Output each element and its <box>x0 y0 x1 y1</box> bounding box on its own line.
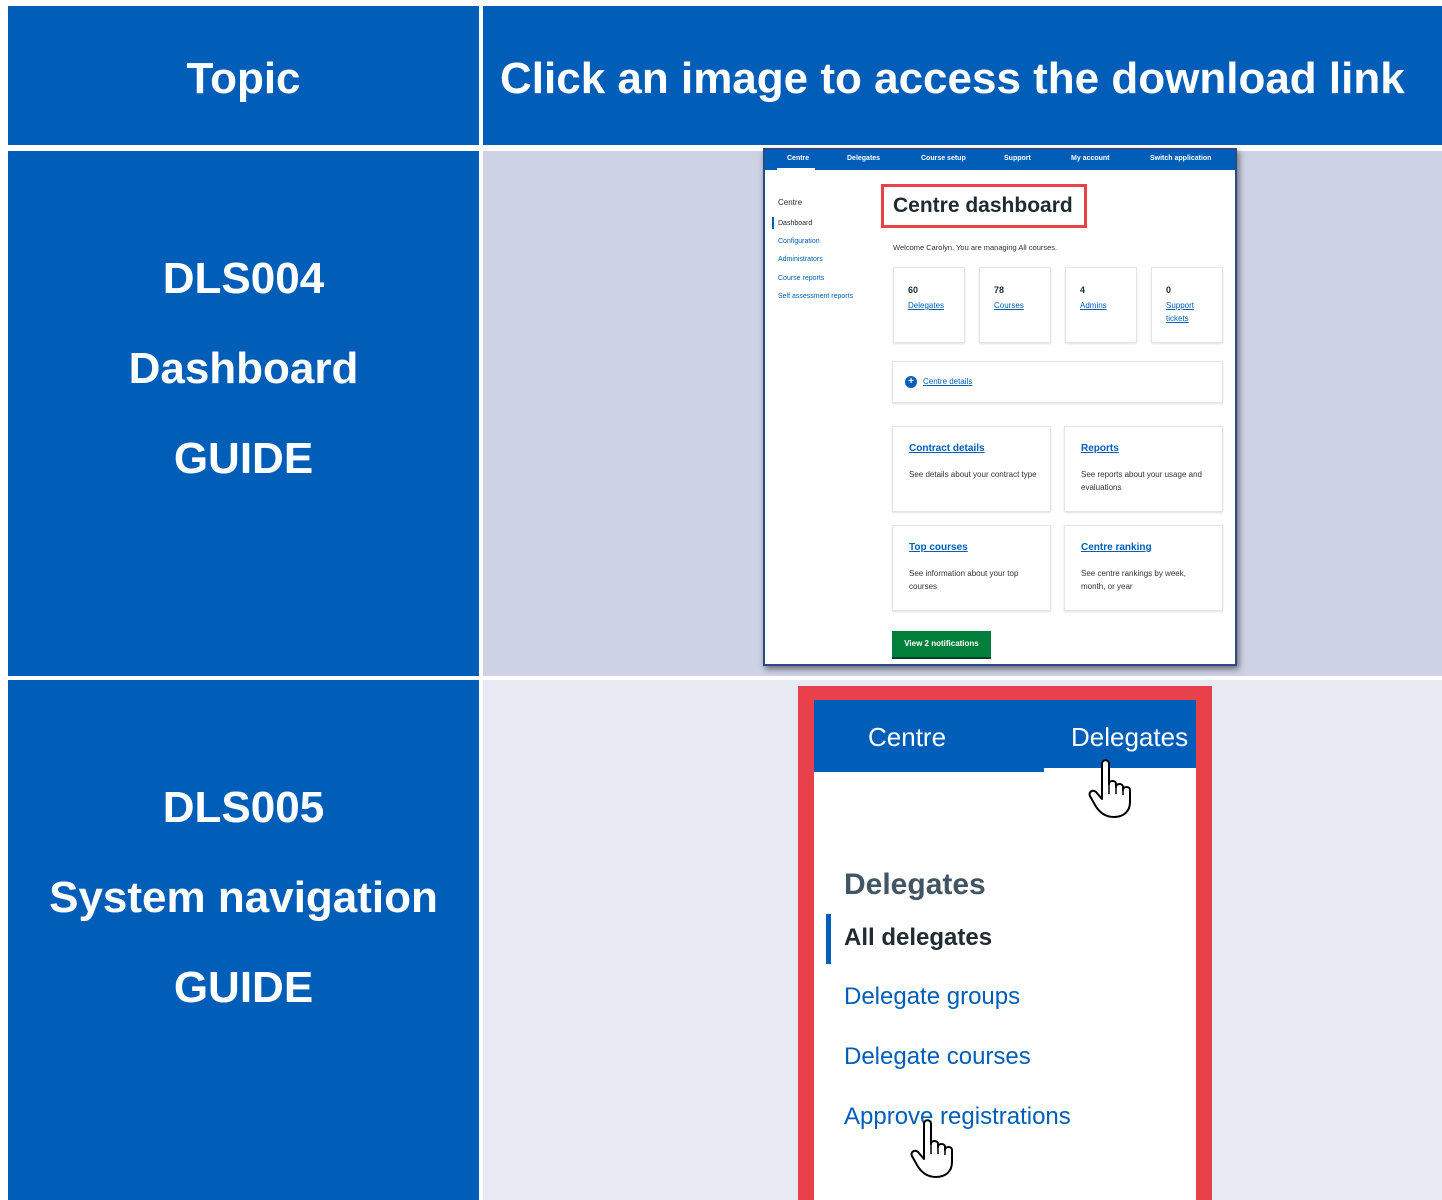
s1-stat-courses: 78 Courses <box>979 267 1051 343</box>
s1-sidebar-title: Centre <box>778 198 803 207</box>
s1-page-title: Centre dashboard <box>893 194 1073 217</box>
row-dls004-code: DLS004 <box>162 254 325 303</box>
s1-card-title: Reports <box>1081 443 1119 454</box>
hand-pointer-icon <box>910 1119 953 1178</box>
s1-card-desc: See reports about your usage and evaluat… <box>1081 470 1202 492</box>
s1-card-title: Centre ranking <box>1081 542 1152 553</box>
s1-nav-support: Support <box>1004 155 1031 162</box>
s1-centre-details: + Centre details <box>892 361 1223 403</box>
s1-nav-centre: Centre <box>787 155 810 162</box>
header-instruction: Click an image to access the download li… <box>500 54 1405 103</box>
s2-item-delegate-courses: Delegate courses <box>844 1043 1031 1070</box>
s2-active-bar <box>826 914 831 964</box>
s1-sidebar-self-assessment: Self assessment reports <box>778 293 854 300</box>
s1-top-nav: Centre Delegates Course setup Support My… <box>765 150 1235 170</box>
s1-sidebar-administrators: Administrators <box>778 256 823 263</box>
plus-circle-icon: + <box>905 376 917 388</box>
s1-card-desc: See details about your contract type <box>909 470 1037 479</box>
s1-stat-delegates: 60 Delegates <box>893 267 965 343</box>
s1-stat-label: Admins <box>1080 301 1107 310</box>
s1-sidebar-active-bar <box>772 217 774 229</box>
s1-card-reports: Reports See reports about your usage and… <box>1064 426 1223 512</box>
s1-nav-course-setup: Course setup <box>921 155 966 162</box>
row-dls004-name: Dashboard <box>128 344 359 393</box>
s1-nav-underline <box>777 168 815 170</box>
row-dls004-topic-cell: DLS004 Dashboard GUIDE <box>8 151 479 676</box>
s1-view-notifications-button: View 2 notifications <box>892 631 991 657</box>
header-topic-cell: Topic <box>8 6 479 145</box>
s1-sidebar-course-reports: Course reports <box>778 275 825 282</box>
s1-welcome: Welcome Carolyn. You are managing All co… <box>893 243 1058 252</box>
dashboard-guide-image[interactable]: Centre Delegates Course setup Support My… <box>763 148 1237 666</box>
s1-stat-label: Support tickets <box>1166 301 1195 323</box>
row-dls005-topic-cell: DLS005 System navigation GUIDE <box>8 680 479 1200</box>
s2-heading: Delegates <box>844 868 986 901</box>
system-navigation-guide-image[interactable]: Centre Delegates Delegates All delegates… <box>798 686 1212 1200</box>
header-topic: Topic <box>186 54 301 103</box>
s1-stat-support: 0 Support tickets <box>1151 267 1223 343</box>
s1-nav-delegates: Delegates <box>847 155 881 162</box>
s1-card-contract: Contract details See details about your … <box>892 426 1051 512</box>
row-dls005-name: System navigation <box>49 873 438 922</box>
s1-card-desc: See centre rankings by week, month, or y… <box>1081 569 1186 591</box>
row-dls005-code: DLS005 <box>162 783 325 832</box>
s1-stat-num: 4 <box>1080 285 1086 295</box>
s2-nav-delegates: Delegates <box>1071 722 1189 752</box>
s1-nav-my-account: My account <box>1071 155 1110 162</box>
s1-stat-num: 78 <box>994 285 1005 295</box>
s1-sidebar-dashboard: Dashboard <box>778 220 813 227</box>
s1-card-title: Top courses <box>909 542 968 553</box>
s1-card-centre-ranking: Centre ranking See centre rankings by we… <box>1064 525 1223 611</box>
s1-centre-details-link: Centre details <box>923 377 973 386</box>
hand-pointer-icon <box>1088 759 1131 818</box>
s1-stat-num: 0 <box>1166 285 1172 295</box>
s1-stat-label: Delegates <box>908 301 945 310</box>
s2-item-all-delegates: All delegates <box>844 924 993 951</box>
s2-nav-centre: Centre <box>868 722 947 752</box>
s1-stat-num: 60 <box>908 285 919 295</box>
s1-card-desc: See information about your top courses <box>909 569 1019 591</box>
s1-stat-admins: 4 Admins <box>1065 267 1137 343</box>
row-dls005-kind: GUIDE <box>173 963 314 1012</box>
s1-card-top-courses: Top courses See information about your t… <box>892 525 1051 611</box>
s1-sidebar-configuration: Configuration <box>778 238 820 245</box>
s1-stat-label: Courses <box>994 301 1024 310</box>
s1-card-title: Contract details <box>909 443 985 454</box>
row-dls004-kind: GUIDE <box>173 434 314 483</box>
header-instruction-cell: Click an image to access the download li… <box>483 6 1442 145</box>
s2-item-delegate-groups: Delegate groups <box>844 983 1021 1010</box>
s1-nav-switch: Switch application <box>1150 155 1212 162</box>
